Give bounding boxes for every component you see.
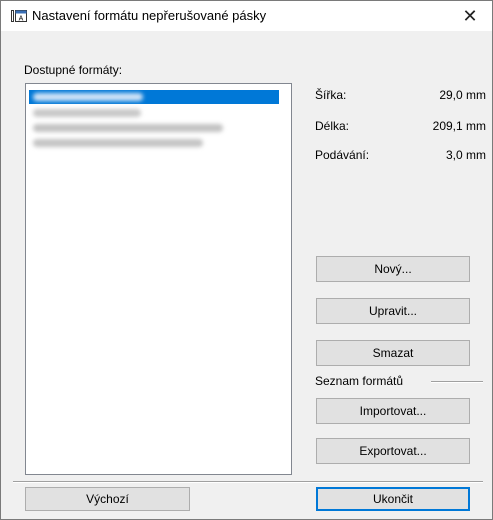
feed-label: Podávání: (315, 148, 370, 162)
format-list-group-label: Seznam formátů (315, 374, 404, 388)
new-format-button[interactable]: Nový... (316, 256, 470, 282)
delete-format-button[interactable]: Smazat (316, 340, 470, 366)
length-label: Délka: (315, 119, 350, 133)
window-title: Nastavení formátu nepřerušované pásky (32, 8, 267, 23)
default-button[interactable]: Výchozí (25, 487, 190, 511)
list-item[interactable] (29, 121, 279, 135)
close-icon[interactable]: ✕ (448, 1, 492, 31)
width-label: Šířka: (315, 88, 347, 102)
formats-label: Dostupné formáty: (24, 63, 123, 77)
app-icon: A (11, 9, 27, 23)
feed-value: 3,0 mm (445, 148, 486, 162)
list-item[interactable] (29, 90, 279, 104)
bottom-separator (13, 481, 483, 483)
edit-format-button[interactable]: Upravit... (316, 298, 470, 324)
title-bar: A Nastavení formátu nepřerušované pásky … (1, 1, 492, 31)
export-button[interactable]: Exportovat... (316, 438, 470, 464)
width-value: 29,0 mm (439, 88, 486, 102)
length-value: 209,1 mm (432, 119, 486, 133)
group-divider (431, 381, 483, 383)
list-item[interactable] (29, 136, 279, 150)
dialog-window: A Nastavení formátu nepřerušované pásky … (0, 0, 493, 520)
import-button[interactable]: Importovat... (316, 398, 470, 424)
formats-listbox[interactable] (25, 83, 292, 475)
close-button[interactable]: Ukončit (316, 487, 470, 511)
svg-text:A: A (19, 16, 24, 23)
list-item[interactable] (29, 106, 279, 120)
